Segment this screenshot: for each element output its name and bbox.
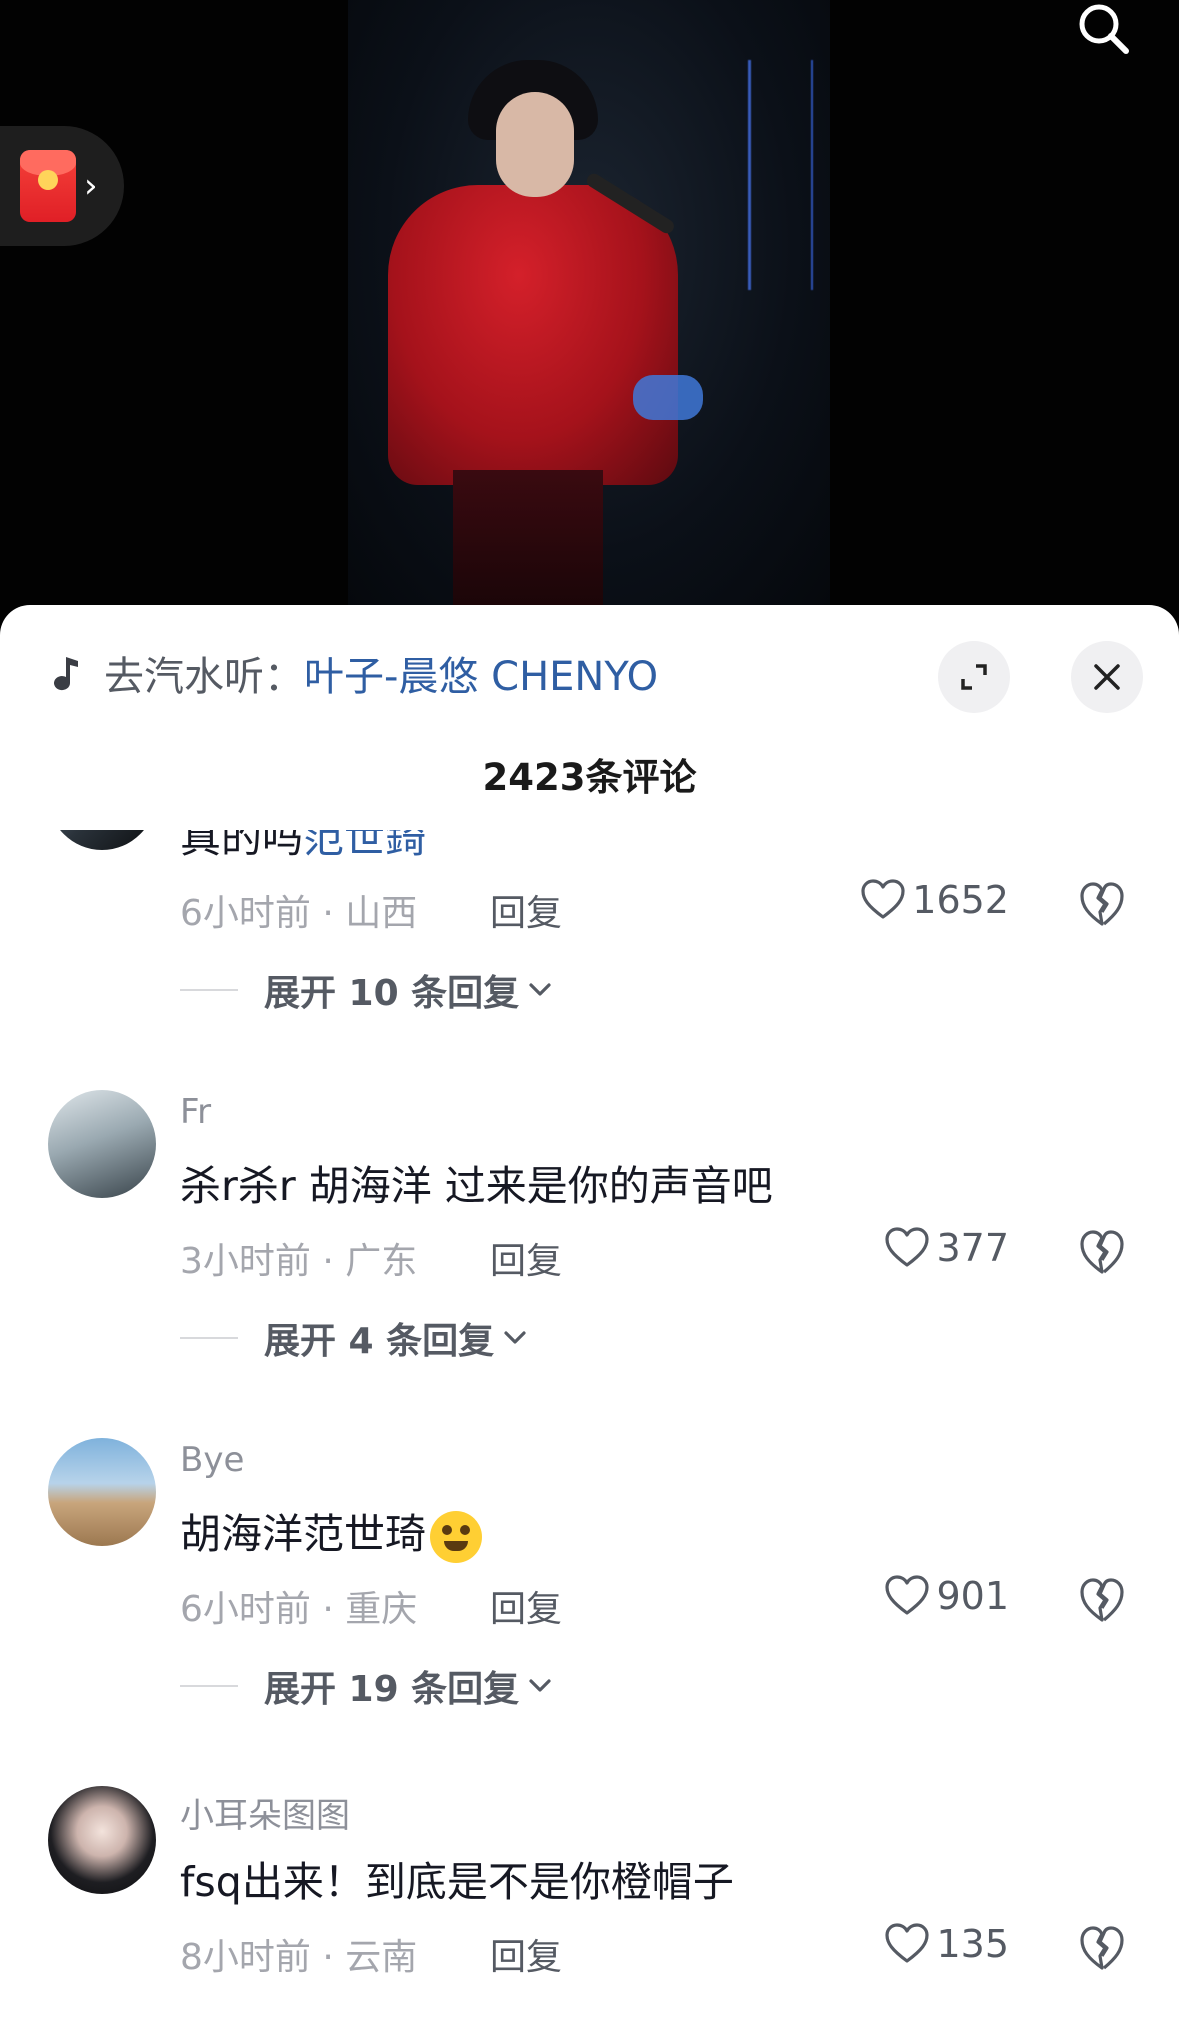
chevron-down-icon — [504, 1331, 526, 1344]
red-packet-icon — [20, 150, 76, 222]
broken-heart-icon[interactable] — [1078, 1922, 1126, 1974]
reply-button[interactable]: 回复 — [490, 1928, 562, 1980]
comment-meta: 3小时前 · 广东 — [180, 1241, 418, 1282]
comment-body: 真的吗 — [180, 830, 303, 862]
like-button[interactable]: 377 — [884, 1226, 1009, 1270]
mention-link[interactable]: 范世錡 — [303, 830, 426, 862]
expand-divider — [180, 1337, 238, 1339]
performer-glove — [633, 375, 703, 420]
performer-head — [496, 92, 574, 197]
like-button[interactable]: 1652 — [860, 878, 1009, 922]
comment-sheet: 去汽水听： 叶子-晨悠 CHENYO 2423条评论 真的吗范世錡⌕ 6小时前 … — [0, 605, 1179, 2043]
video-frame — [348, 0, 830, 610]
avatar[interactable] — [48, 1438, 156, 1546]
performer-legs — [453, 470, 603, 610]
like-count: 1652 — [912, 878, 1009, 922]
expand-replies-button[interactable]: 展开 19 条回复 — [180, 1660, 553, 1712]
expand-label: 展开 10 条回复 — [264, 973, 520, 1014]
like-button[interactable]: 901 — [884, 1574, 1009, 1618]
avatar[interactable] — [48, 1090, 156, 1198]
red-packet-button[interactable]: › — [0, 126, 124, 246]
avatar[interactable] — [48, 830, 156, 850]
username[interactable]: Fr — [180, 1092, 211, 1132]
expand-label: 展开 4 条回复 — [264, 1321, 495, 1362]
expand-button[interactable] — [938, 641, 1010, 713]
chevron-down-icon — [529, 1679, 551, 1692]
search-icon — [1079, 4, 1129, 54]
heart-icon — [885, 1227, 930, 1267]
chevron-right-icon: › — [84, 166, 98, 206]
heart-icon — [861, 879, 905, 919]
comment-text: 杀r杀r 胡海洋 过来是你的声音吧 — [180, 1162, 773, 1210]
close-icon — [1094, 664, 1120, 690]
comment-text: fsq出来！到底是不是你橙帽子 — [180, 1858, 734, 1906]
like-count: 135 — [936, 1922, 1009, 1966]
comment-meta: 6小时前 · 山西 — [180, 893, 418, 934]
grinning-emoji-icon — [430, 1511, 482, 1563]
username[interactable]: Bye — [180, 1440, 244, 1480]
broken-heart-icon[interactable] — [1078, 1574, 1126, 1626]
avatar[interactable] — [48, 1786, 156, 1894]
expand-icon — [961, 664, 987, 690]
comment-list[interactable]: 真的吗范世錡⌕ 6小时前 · 山西 回复 1652 展开 10 条回复 — [0, 830, 1179, 2043]
expand-divider — [180, 989, 238, 991]
comment-meta: 8小时前 · 云南 — [180, 1937, 418, 1978]
like-button[interactable]: 135 — [884, 1922, 1009, 1966]
close-button[interactable] — [1071, 641, 1143, 713]
chevron-down-icon — [529, 983, 551, 996]
comment-count: 2423条评论 — [482, 756, 697, 799]
heart-icon — [885, 1923, 930, 1963]
reply-button[interactable]: 回复 — [490, 884, 562, 936]
video-player[interactable]: › — [0, 0, 1179, 640]
music-prefix: 去汽水听： — [104, 654, 304, 700]
music-link-row[interactable]: 去汽水听： 叶子-晨悠 CHENYO — [52, 643, 658, 703]
broken-heart-icon[interactable] — [1078, 1226, 1126, 1278]
music-title-link[interactable]: 叶子-晨悠 CHENYO — [304, 644, 658, 702]
performer-jacket — [388, 185, 678, 485]
broken-heart-icon[interactable] — [1078, 878, 1126, 930]
heart-icon — [885, 1575, 930, 1615]
expand-replies-button[interactable]: 展开 10 条回复 — [180, 964, 553, 1016]
neon-backdrop — [748, 60, 813, 290]
comment-text: 真的吗范世錡⌕ — [180, 830, 439, 864]
music-note-icon — [54, 657, 78, 691]
expand-divider — [180, 1685, 238, 1687]
username[interactable]: 小耳朵图图 — [180, 1788, 350, 1837]
like-count: 901 — [936, 1574, 1009, 1618]
search-button[interactable] — [1067, 0, 1139, 60]
comment-body: 胡海洋范世琦 — [180, 1510, 426, 1558]
mention-search-icon: ⌕ — [426, 830, 439, 832]
comment-text: 胡海洋范世琦 — [180, 1500, 482, 1563]
expand-label: 展开 19 条回复 — [264, 1669, 520, 1710]
reply-button[interactable]: 回复 — [490, 1232, 562, 1284]
reply-button[interactable]: 回复 — [490, 1580, 562, 1632]
like-count: 377 — [936, 1226, 1009, 1270]
expand-replies-button[interactable]: 展开 4 条回复 — [180, 1312, 528, 1364]
comment-meta: 6小时前 · 重庆 — [180, 1589, 418, 1630]
